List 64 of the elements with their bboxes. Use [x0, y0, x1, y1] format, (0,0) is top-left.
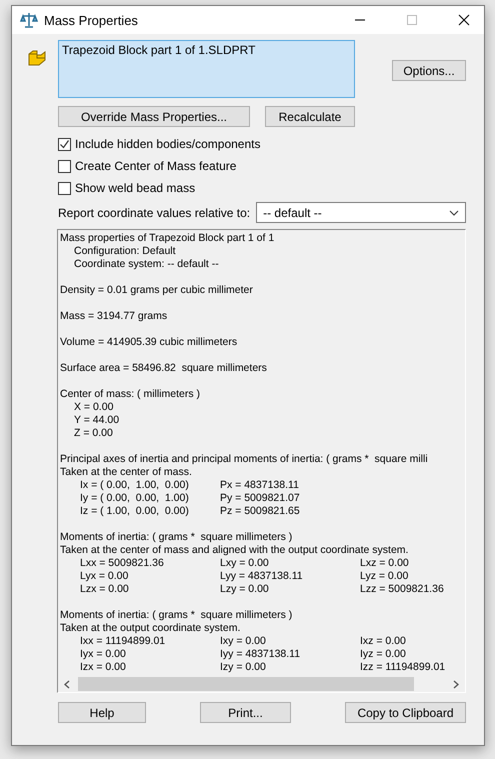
report-line: Configuration: Default [73, 245, 176, 258]
checkbox-label[interactable]: Create Center of Mass feature [75, 159, 236, 173]
report-value: Iyx = 0.00 [80, 648, 126, 661]
coordinate-dropdown[interactable]: -- default -- [256, 202, 466, 223]
report-line: Moments of inertia: ( grams * square millimeters ) [60, 609, 292, 622]
report-value: Iyy = 4837138.11 [220, 648, 300, 661]
report-line: Mass = 3194.77 grams [60, 310, 168, 323]
report-line: Y = 44.00 [73, 414, 120, 427]
report-line: Volume = 414905.39 cubic millimeters [60, 336, 238, 349]
recalculate-button[interactable]: Recalculate [265, 106, 355, 127]
report-value: Lzx = 0.00 [80, 583, 129, 596]
report-value: Izy = 0.00 [220, 661, 266, 674]
report-value: Lyy = 4837138.11 [220, 570, 303, 583]
report-value: Lxy = 0.00 [220, 557, 269, 570]
report-value: Izz = 11194899.01 [360, 661, 446, 674]
close-icon[interactable] [458, 14, 470, 26]
report-line: Coordinate system: -- default -- [73, 258, 219, 271]
report-line: Taken at the center of mass and aligned with the output coordinate system. [60, 544, 408, 557]
report-value: Iz = ( 1.00, 0.00, 0.00) [80, 505, 189, 518]
report-value: Iyz = 0.00 [360, 648, 406, 661]
scroll-left-icon[interactable] [64, 680, 70, 688]
report-value: Ix = ( 0.00, 1.00, 0.00) [80, 479, 189, 492]
checkbox-label[interactable]: Show weld bead mass [75, 181, 196, 195]
report-line: Mass properties of Trapezoid Block part 1 of 1 [60, 232, 274, 245]
report-line: Taken at the center of mass. [60, 466, 192, 479]
report-line: Taken at the output coordinate system. [60, 622, 240, 635]
report-line: Principal axes of inertia and principal moments of inertia: ( grams * square milli [60, 453, 428, 466]
report-line: Z = 0.00 [73, 427, 113, 440]
report-value: Lyx = 0.00 [80, 570, 128, 583]
report-value: Lxx = 5009821.36 [80, 557, 164, 570]
report-value: Px = 4837138.11 [220, 479, 299, 492]
checkbox[interactable] [58, 182, 71, 194]
scroll-right-icon[interactable] [453, 680, 459, 688]
dialog-button[interactable]: Copy to Clipboard [345, 702, 466, 723]
report-value: Ixz = 0.00 [360, 635, 406, 648]
report-value: Lzz = 5009821.36 [360, 583, 444, 596]
report-line: Moments of inertia: ( grams * square millimeters ) [60, 531, 292, 544]
scrollbar-thumb[interactable] [78, 677, 414, 691]
selection-list[interactable]: Trapezoid Block part 1 of 1.SLDPRT [58, 40, 355, 98]
report-value: Ixy = 0.00 [220, 635, 266, 648]
checkbox[interactable] [58, 160, 71, 172]
coordinate-label: Report coordinate values relative to: [58, 206, 250, 220]
report-value: Izx = 0.00 [80, 661, 126, 674]
override-mass-properties-button[interactable]: Override Mass Properties... [58, 106, 250, 127]
report-value: Lxz = 0.00 [360, 557, 409, 570]
report-value: Py = 5009821.07 [220, 492, 300, 505]
report-value: Iy = ( 0.00, 0.00, 1.00) [80, 492, 189, 505]
dialog-button[interactable]: Help [58, 702, 146, 723]
report-line: Density = 0.01 grams per cubic millimeter [60, 284, 253, 297]
report-line: X = 0.00 [73, 401, 114, 414]
window-title: Mass Properties [44, 12, 138, 28]
dialog-button[interactable]: Print... [200, 702, 291, 723]
report-line: Center of mass: ( millimeters ) [60, 388, 200, 401]
report-value: Lzy = 0.00 [220, 583, 269, 596]
report-line: Surface area = 58496.82 square millimeters [60, 362, 267, 375]
report-value: Ixx = 11194899.01 [80, 635, 166, 648]
report-value: Lyz = 0.00 [360, 570, 408, 583]
scale-icon [20, 11, 38, 29]
chevron-down-icon [449, 210, 459, 216]
checkbox[interactable] [58, 138, 71, 150]
report-value: Pz = 5009821.65 [220, 505, 300, 518]
list-item[interactable]: Trapezoid Block part 1 of 1.SLDPRT [62, 43, 351, 57]
checkbox-label[interactable]: Include hidden bodies/components [75, 137, 260, 151]
options-button[interactable]: Options... [392, 60, 466, 81]
